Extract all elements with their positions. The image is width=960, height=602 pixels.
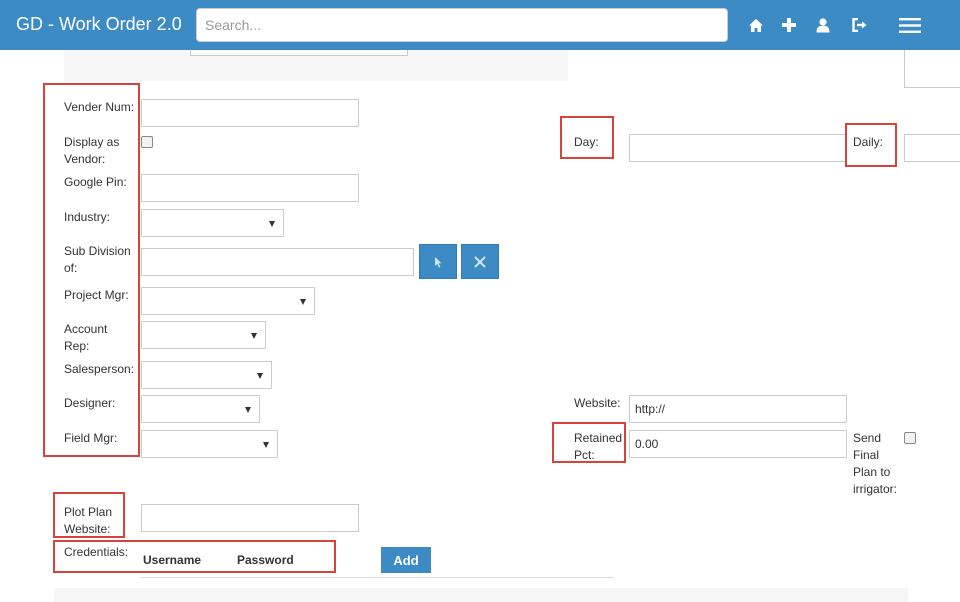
sign-out-icon[interactable] [850,14,870,36]
username-column-header: Username [143,553,202,567]
field-mgr-select[interactable] [141,430,278,458]
designer-label: Designer: [64,396,116,410]
project-mgr-label: Project Mgr: [64,288,129,302]
chevron-down-icon [263,442,269,448]
display-as-vendor-checkbox[interactable] [141,136,153,148]
user-icon[interactable] [813,14,833,36]
industry-label: Industry: [64,210,111,224]
retained-pct-label: Retained Pct: [574,431,623,462]
plus-icon[interactable] [779,14,799,36]
bottom-section-panel [54,588,908,602]
website-input[interactable] [629,395,847,423]
account-rep-select[interactable] [141,321,266,349]
chevron-down-icon [257,373,263,379]
google-pin-input[interactable] [141,174,359,202]
app-title[interactable]: GD - Work Order 2.0 [16,14,182,35]
industry-select[interactable] [141,209,284,237]
day-input[interactable] [629,134,846,162]
plot-plan-website-input[interactable] [141,504,359,532]
salesperson-select[interactable] [141,361,272,389]
send-final-plan-checkbox[interactable] [904,432,916,444]
website-label: Website: [574,396,621,410]
field-mgr-label: Field Mgr: [64,431,118,445]
sub-division-label: Sub Division of: [64,244,131,275]
vender-num-label: Vender Num: [64,100,135,114]
google-pin-label: Google Pin: [64,175,127,189]
send-final-plan-label: Send Final Plan to irrigator: [853,431,898,496]
daily-input[interactable] [904,134,960,162]
chevron-down-icon [245,407,251,413]
credentials-label: Credentials: [64,545,129,559]
cursor-icon [435,256,442,267]
home-icon[interactable] [746,14,766,36]
project-mgr-select[interactable] [141,287,315,315]
vender-num-input[interactable] [141,99,359,127]
search-input[interactable] [196,8,728,42]
designer-select[interactable] [141,395,260,423]
password-column-header: Password [237,553,294,567]
day-label: Day: [574,135,599,149]
sub-division-input[interactable] [141,248,414,276]
salesperson-label: Salesperson: [64,362,135,376]
chevron-down-icon [251,333,257,339]
clear-icon [474,255,486,268]
credentials-divider [140,577,614,578]
partial-box-right[interactable] [904,50,960,88]
chevron-down-icon [300,299,306,305]
plot-plan-website-label: Plot Plan Website: [64,505,113,536]
clear-sub-division-button[interactable] [461,244,499,279]
daily-label: Daily: [853,135,884,149]
add-credential-button[interactable]: Add [381,547,431,573]
select-sub-division-button[interactable] [419,244,457,279]
partial-input-above[interactable] [190,50,408,56]
chevron-down-icon [269,221,275,227]
account-rep-label: Account Rep: [64,322,108,353]
display-as-vendor-label: Display as Vendor: [64,135,120,166]
top-navbar: GD - Work Order 2.0 [0,0,960,50]
hamburger-menu-icon[interactable] [898,14,922,36]
retained-pct-input[interactable] [629,430,847,458]
